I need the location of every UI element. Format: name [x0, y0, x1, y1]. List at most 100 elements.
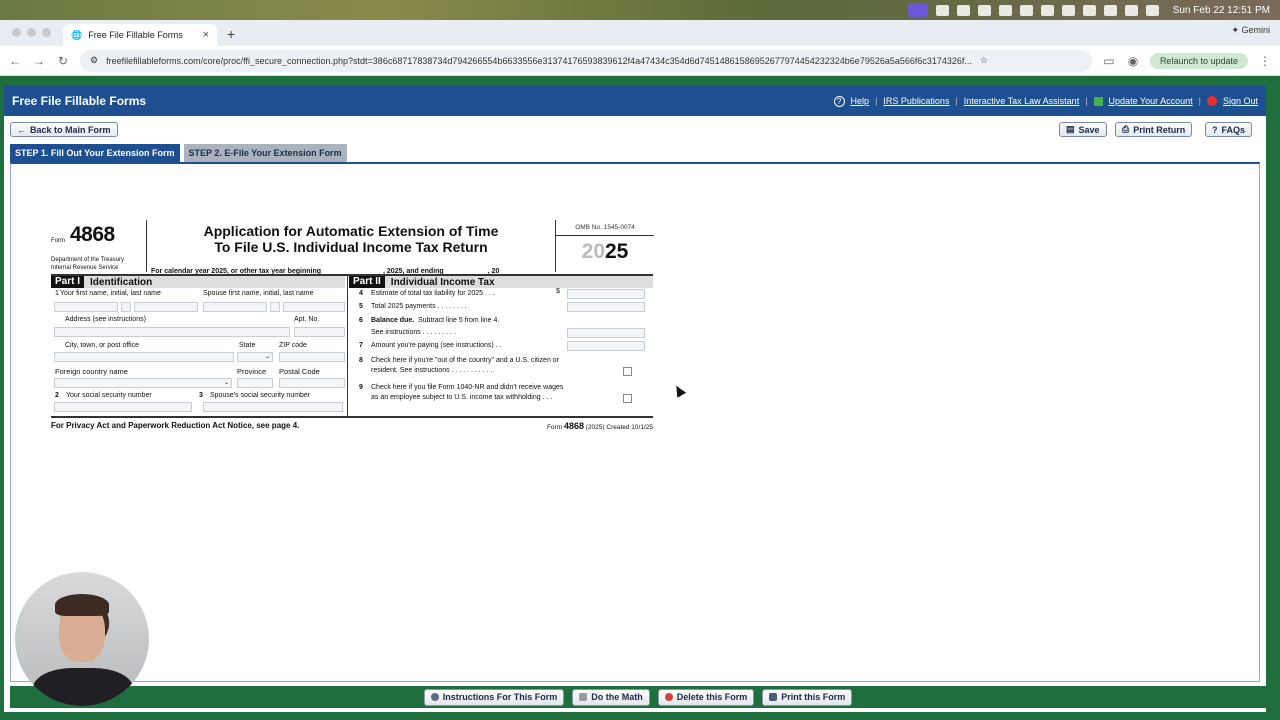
line8-checkbox[interactable] [623, 367, 632, 376]
site-settings-icon[interactable]: ⚙ [90, 55, 98, 66]
close-tab-icon[interactable]: × [203, 29, 209, 41]
address-input[interactable] [54, 327, 290, 337]
spouse-first-name-input[interactable] [203, 302, 267, 312]
new-tab-button[interactable]: + [227, 26, 235, 42]
do-math-label: Do the Math [591, 692, 643, 702]
form-viewport: Form 4868 Department of the Treasury Int… [10, 162, 1260, 682]
line8-label2: resident. See instructions . . . . . . .… [371, 367, 493, 374]
middle-initial-input[interactable] [121, 302, 131, 312]
status-icon[interactable] [977, 4, 991, 16]
form-id-block: Form 4868 Department of the Treasury Int… [51, 220, 147, 272]
close-window-button[interactable] [12, 28, 21, 37]
battery-icon[interactable] [1103, 4, 1117, 16]
spouse-initial-input[interactable] [270, 302, 280, 312]
save-icon: ▤ [1066, 124, 1075, 134]
browser-tab[interactable]: 🌐 Free File Fillable Forms × [63, 24, 217, 46]
status-icon[interactable] [1019, 4, 1033, 16]
line1-number: 1 [55, 290, 59, 297]
back-to-main-form-button[interactable]: ← Back to Main Form [10, 122, 118, 137]
printer-icon [769, 693, 778, 701]
state-select[interactable]: ⌄ [237, 352, 273, 362]
presenter-hair [55, 594, 109, 616]
line6-label: Subtract line 5 from line 4. [418, 317, 500, 324]
wifi-icon[interactable] [1082, 4, 1096, 16]
gemini-label: Gemini [1241, 25, 1270, 35]
tab-step-2[interactable]: STEP 2. E-File Your Extension Form [183, 144, 347, 162]
gemini-button[interactable]: ✦ Gemini [1231, 25, 1270, 36]
spouse-ssn-input[interactable] [203, 402, 343, 412]
status-icon[interactable] [935, 4, 949, 16]
webcam-overlay [15, 572, 149, 706]
ssn-label: Your social security number [66, 392, 152, 399]
relaunch-button[interactable]: Relaunch to update [1149, 52, 1248, 69]
forward-arrow-icon[interactable]: → [32, 54, 46, 68]
cloud-icon[interactable] [1040, 4, 1054, 16]
minimize-window-button[interactable] [27, 28, 36, 37]
line7-input[interactable] [567, 341, 645, 351]
faqs-label: FAQs [1221, 124, 1246, 135]
postal-code-label: Postal Code [279, 367, 320, 376]
zoom-window-button[interactable] [42, 28, 51, 37]
help-link[interactable]: Help [851, 96, 870, 106]
sign-out-link[interactable]: Sign Out [1223, 96, 1258, 106]
more-menu-icon[interactable]: ⋮ [1258, 54, 1272, 68]
city-input[interactable] [54, 352, 234, 362]
foreign-country-select[interactable]: ⌄ [54, 378, 232, 388]
page-content: Free File Fillable Forms ? Help | IRS Pu… [4, 86, 1266, 712]
do-the-math-button[interactable]: Do the Math [572, 688, 650, 706]
line9-number: 9 [359, 384, 363, 391]
department-line: Department of the Treasury [51, 257, 125, 263]
status-icon[interactable] [956, 4, 970, 16]
apt-input[interactable] [294, 327, 345, 337]
line9-checkbox[interactable] [623, 394, 632, 403]
print-form-button[interactable]: Print this Form [762, 688, 853, 706]
search-icon[interactable] [1124, 4, 1138, 16]
address-label: Address (see instructions) [65, 316, 146, 323]
print-return-button[interactable]: ⎙ Print Return [1115, 122, 1193, 137]
tab-step-1[interactable]: STEP 1. Fill Out Your Extension Form [10, 144, 180, 162]
bottom-action-bar: Instructions For This Form Do the Math D… [10, 686, 1266, 708]
spouse-last-name-input[interactable] [283, 302, 345, 312]
province-input[interactable] [237, 378, 273, 388]
sidebar-icon[interactable]: ▭ [1102, 54, 1116, 68]
irs-publications-link[interactable]: IRS Publications [883, 96, 949, 106]
line4-input[interactable] [567, 289, 645, 299]
postal-code-input[interactable] [279, 378, 345, 388]
line5-input[interactable] [567, 302, 645, 312]
line6-label2: See instructions . . . . . . . . . [371, 329, 456, 336]
line3-number: 3 [199, 392, 203, 399]
last-name-input[interactable] [134, 302, 198, 312]
ssn-input[interactable] [54, 402, 192, 412]
footer-created: (2025) Created 10/1/25 [585, 424, 653, 431]
line6-input[interactable] [567, 328, 645, 338]
save-button[interactable]: ▤ Save [1059, 122, 1107, 137]
play-icon[interactable] [1061, 4, 1075, 16]
department-text: Department of the Treasury Internal Reve… [51, 256, 124, 272]
address-bar-row: ← → ↻ ⚙ freefilefillableforms.com/core/p… [0, 46, 1280, 76]
menubar-clock[interactable]: Sun Feb 22 12:51 PM [1173, 5, 1270, 16]
control-center-icon[interactable] [1145, 4, 1159, 16]
line4-label: Estimate of total tax liability for 2025… [371, 290, 495, 297]
delete-form-button[interactable]: Delete this Form [657, 688, 755, 706]
form-title-line2: To File U.S. Individual Income Tax Retur… [214, 239, 488, 255]
url-field[interactable]: ⚙ freefilefillableforms.com/core/proc/ff… [80, 49, 1092, 72]
chevron-down-icon: ⌄ [223, 380, 229, 386]
presenter-shirt [33, 668, 133, 706]
profile-icon[interactable]: ◉ [1126, 54, 1140, 68]
first-name-input[interactable] [54, 302, 118, 312]
tax-law-assistant-link[interactable]: Interactive Tax Law Assistant [964, 96, 1079, 106]
line7-label: Amount you're paying (see instructions) … [371, 342, 502, 349]
status-icon[interactable] [998, 4, 1012, 16]
instructions-button[interactable]: Instructions For This Form [423, 688, 565, 706]
question-icon: ? [1212, 124, 1218, 135]
update-account-link[interactable]: Update Your Account [1109, 96, 1193, 106]
zip-label: ZIP code [279, 342, 307, 349]
zip-input[interactable] [279, 352, 345, 362]
bookmark-star-icon[interactable]: ☆ [980, 55, 988, 66]
faqs-button[interactable]: ? FAQs [1205, 122, 1253, 137]
back-arrow-icon[interactable]: ← [8, 54, 22, 68]
reload-icon[interactable]: ↻ [56, 54, 70, 68]
line9-label2: as an employee subject to U.S. income ta… [371, 394, 553, 401]
globe-icon: 🌐 [71, 29, 83, 40]
status-app-icon[interactable] [907, 3, 928, 17]
